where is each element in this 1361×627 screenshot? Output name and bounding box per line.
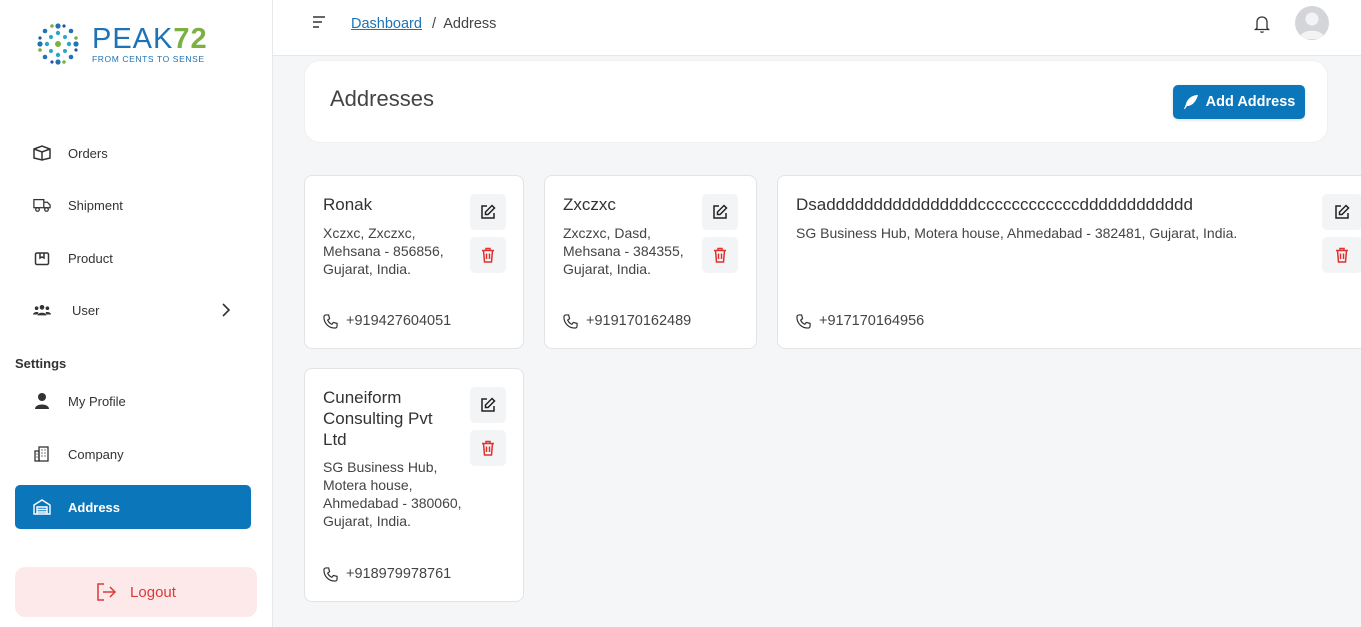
trash-icon [1336,247,1348,263]
breadcrumb-separator: / [431,16,436,32]
address-phone: +919427604051 [323,313,451,329]
address-phone: +917170164956 [796,313,924,329]
delete-button[interactable] [470,237,506,273]
avatar[interactable] [1295,6,1329,40]
phone-icon [323,566,338,582]
settings-section-title: Settings [15,356,67,371]
edit-button[interactable] [470,387,506,423]
logout-icon [96,583,117,601]
address-card: Zxczxc Zxczxc, Dasd, Mehsana - 384355, G… [544,175,757,349]
sidebar-item-user[interactable]: User [15,288,251,332]
sidebar-item-company[interactable]: Company [15,432,251,476]
building-icon [33,445,51,463]
bell-icon[interactable] [1253,14,1271,39]
phone-number: +918979978761 [346,566,452,582]
brand-number: 72 [173,23,208,55]
breadcrumb: Dashboard / Address [351,16,496,32]
address-text: SG Business Hub, Motera house, Ahmedabad… [323,459,462,529]
chevron-right-icon [221,302,231,321]
breadcrumb-dashboard-link[interactable]: Dashboard [351,16,422,32]
sidebar-item-address[interactable]: Address [15,485,251,529]
sidebar-item-product[interactable]: Product [15,236,251,280]
box-icon [33,144,51,162]
users-icon [33,301,51,319]
warehouse-icon [33,498,51,516]
trash-icon [482,247,494,263]
address-card: Dsaddddddddddddddddccccccccccccddddddddd… [777,175,1361,349]
address-name: Ronak [323,195,373,214]
phone-number: +917170164956 [819,313,925,329]
address-text: Zxczxc, Dasd, Mehsana - 384355, Gujarat,… [563,225,684,277]
sidebar-item-orders[interactable]: Orders [15,131,251,175]
edit-icon [481,397,496,412]
logo-mark-icon [37,23,79,65]
edit-button[interactable] [702,194,738,230]
sidebar-item-label: Company [68,446,124,462]
sidebar-item-label: Orders [68,145,108,161]
address-card: Ronak Xczxc, Zxczxc, Mehsana - 856856, G… [304,175,524,349]
delete-button[interactable] [702,237,738,273]
phone-number: +919427604051 [346,313,452,329]
brand-name: PEAK [92,23,174,55]
sidebar-item-shipment[interactable]: Shipment [15,183,251,227]
address-name: Zxczxc [563,195,616,214]
address-phone: +918979978761 [323,566,451,582]
phone-icon [796,313,811,329]
logout-button[interactable]: Logout [15,567,257,617]
add-address-button[interactable]: Add Address [1173,85,1305,119]
sidebar-item-my-profile[interactable]: My Profile [15,379,251,423]
feather-icon [1183,94,1199,110]
edit-button[interactable] [1322,194,1361,230]
address-name: Dsaddddddddddddddddccccccccccccddddddddd… [796,195,1193,214]
edit-button[interactable] [470,194,506,230]
address-phone: +919170162489 [563,313,691,329]
sidebar-item-label: Address [68,499,121,515]
edit-icon [481,204,496,219]
page-title: Addresses [330,86,434,111]
trash-icon [482,440,494,456]
logout-label: Logout [130,583,176,601]
phone-icon [323,313,338,329]
brand-logo[interactable]: PEAK72 FROM CENTS TO SENSE [34,20,208,68]
breadcrumb-current: Address [443,16,497,32]
sidebar: PEAK72 FROM CENTS TO SENSE Orders Shipme… [0,0,273,627]
address-card: Cuneiform Consulting Pvt Ltd SG Business… [304,368,524,602]
phone-number: +919170162489 [586,313,692,329]
user-avatar-icon [1299,12,1325,39]
package-icon [33,249,51,267]
person-icon [33,392,51,410]
address-name: Cuneiform Consulting Pvt Ltd [323,388,433,449]
edit-icon [1335,204,1350,219]
delete-button[interactable] [470,430,506,466]
address-text: Xczxc, Zxczxc, Mehsana - 856856, Gujarat… [323,225,444,277]
sidebar-item-label: User [72,302,100,318]
phone-icon [563,313,578,329]
delete-button[interactable] [1322,237,1361,273]
sidebar-item-label: Shipment [68,197,123,213]
address-text: SG Business Hub, Motera house, Ahmedabad… [796,225,1238,241]
edit-icon [713,204,728,219]
topbar: Dashboard / Address [273,0,1361,56]
truck-icon [33,196,51,214]
brand-tagline: FROM CENTS TO SENSE [92,54,205,64]
menu-toggle-icon[interactable] [311,14,331,34]
sidebar-item-label: My Profile [68,393,126,409]
add-address-label: Add Address [1205,94,1296,110]
sidebar-item-label: Product [68,250,113,266]
trash-icon [714,247,726,263]
page-header-card: Addresses Add Address [304,60,1328,143]
